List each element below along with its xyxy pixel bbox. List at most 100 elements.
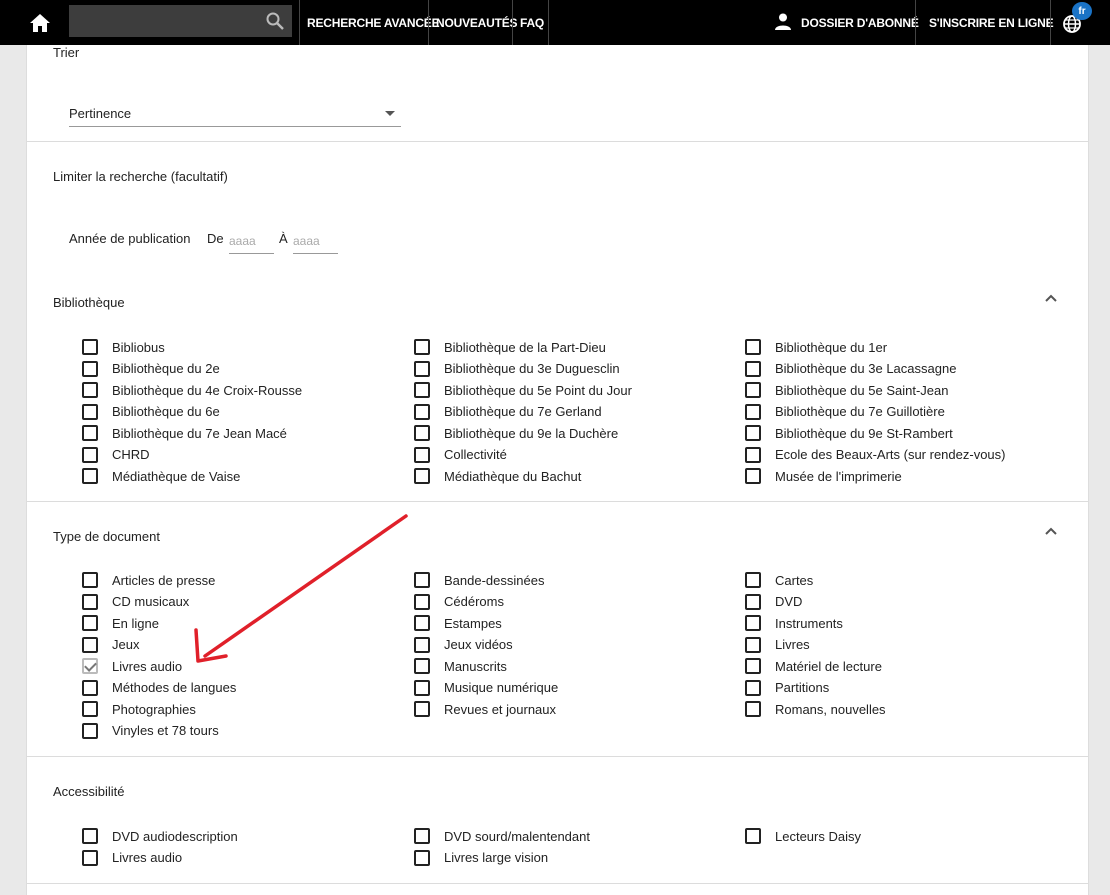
checkbox[interactable] xyxy=(745,701,761,717)
chevron-up-icon[interactable] xyxy=(1044,526,1058,536)
library-checkbox-item[interactable]: CHRD xyxy=(82,446,150,464)
language-badge[interactable]: fr xyxy=(1072,2,1092,20)
checkbox[interactable] xyxy=(745,382,761,398)
doctype-checkbox-item[interactable]: Méthodes de langues xyxy=(82,679,236,697)
checkbox[interactable] xyxy=(745,339,761,355)
checkbox[interactable] xyxy=(745,593,761,610)
access-checkbox-item[interactable]: DVD audiodescription xyxy=(82,827,238,845)
checkbox[interactable] xyxy=(414,636,430,653)
checkbox[interactable] xyxy=(745,615,761,631)
doctype-checkbox-item[interactable]: Romans, nouvelles xyxy=(745,700,886,718)
doctype-checkbox-item[interactable]: Manuscrits xyxy=(414,657,507,675)
checkbox[interactable] xyxy=(745,572,761,588)
checkbox[interactable] xyxy=(414,849,430,866)
doctype-checkbox-item[interactable]: Articles de presse xyxy=(82,571,215,589)
checkbox[interactable] xyxy=(745,828,761,844)
advanced-search-link[interactable]: RECHERCHE AVANCÉE xyxy=(307,0,440,45)
checkbox[interactable] xyxy=(745,425,761,441)
library-checkbox-item[interactable]: Bibliothèque de la Part-Dieu xyxy=(414,338,606,356)
library-checkbox-item[interactable]: Bibliothèque du 2e xyxy=(82,360,220,378)
doctype-checkbox-item[interactable]: Estampes xyxy=(414,614,502,632)
access-checkbox-item[interactable]: Lecteurs Daisy xyxy=(745,827,861,845)
checkbox[interactable] xyxy=(414,701,430,717)
checkbox[interactable] xyxy=(414,468,430,484)
library-checkbox-item[interactable]: Bibliothèque du 3e Duguesclin xyxy=(414,360,620,378)
checkbox[interactable] xyxy=(745,403,761,420)
checkbox[interactable] xyxy=(82,701,98,717)
year-to-input[interactable] xyxy=(293,228,338,254)
doctype-checkbox-item[interactable]: Bande-dessinées xyxy=(414,571,544,589)
checkbox[interactable] xyxy=(745,679,761,696)
access-checkbox-item[interactable]: Livres audio xyxy=(82,849,182,867)
checkbox[interactable] xyxy=(745,446,761,463)
checkbox[interactable] xyxy=(82,382,98,398)
doctype-checkbox-item[interactable]: Cartes xyxy=(745,571,813,589)
library-checkbox-item[interactable]: Bibliothèque du 7e Gerland xyxy=(414,403,602,421)
news-link[interactable]: NOUVEAUTÉS xyxy=(436,0,518,45)
checkbox[interactable] xyxy=(414,615,430,631)
checkbox[interactable] xyxy=(82,658,98,674)
checkbox[interactable] xyxy=(82,615,98,631)
library-checkbox-item[interactable]: Bibliothèque du 7e Jean Macé xyxy=(82,424,287,442)
year-from-input[interactable] xyxy=(229,228,274,254)
checkbox[interactable] xyxy=(414,382,430,398)
library-checkbox-item[interactable]: Médiathèque de Vaise xyxy=(82,467,240,485)
checkbox[interactable] xyxy=(414,572,430,588)
doctype-checkbox-item[interactable]: Musique numérique xyxy=(414,679,558,697)
checkbox[interactable] xyxy=(745,658,761,674)
checkbox[interactable] xyxy=(82,403,98,420)
library-checkbox-item[interactable]: Bibliothèque du 3e Lacassagne xyxy=(745,360,956,378)
doctype-checkbox-item[interactable]: Partitions xyxy=(745,679,829,697)
checkbox[interactable] xyxy=(414,425,430,441)
checkbox[interactable] xyxy=(414,679,430,696)
checkbox[interactable] xyxy=(414,339,430,355)
checkbox[interactable] xyxy=(745,636,761,653)
access-checkbox-item[interactable]: DVD sourd/malentendant xyxy=(414,827,590,845)
library-checkbox-item[interactable]: Bibliothèque du 5e Point du Jour xyxy=(414,381,632,399)
library-checkbox-item[interactable]: Bibliobus xyxy=(82,338,165,356)
library-checkbox-item[interactable]: Collectivité xyxy=(414,446,507,464)
checkbox[interactable] xyxy=(414,403,430,420)
chevron-up-icon[interactable] xyxy=(1044,293,1058,303)
library-checkbox-item[interactable]: Bibliothèque du 7e Guillotière xyxy=(745,403,945,421)
library-checkbox-item[interactable]: Médiathèque du Bachut xyxy=(414,467,581,485)
checkbox[interactable] xyxy=(82,339,98,355)
home-button[interactable] xyxy=(22,9,58,37)
doctype-checkbox-item[interactable]: En ligne xyxy=(82,614,159,632)
checkbox[interactable] xyxy=(82,425,98,441)
doctype-checkbox-item[interactable]: Livres audio xyxy=(82,657,182,675)
library-checkbox-item[interactable]: Bibliothèque du 9e la Duchère xyxy=(414,424,618,442)
library-checkbox-item[interactable]: Bibliothèque du 6e xyxy=(82,403,220,421)
checkbox[interactable] xyxy=(745,360,761,377)
doctype-checkbox-item[interactable]: Jeux xyxy=(82,636,139,654)
checkbox[interactable] xyxy=(82,572,98,588)
library-checkbox-item[interactable]: Musée de l'imprimerie xyxy=(745,467,902,485)
checkbox[interactable] xyxy=(82,360,98,377)
library-checkbox-item[interactable]: Bibliothèque du 5e Saint-Jean xyxy=(745,381,948,399)
library-checkbox-item[interactable]: Bibliothèque du 1er xyxy=(745,338,887,356)
search-icon[interactable] xyxy=(265,11,285,31)
library-checkbox-item[interactable]: Bibliothèque du 9e St-Rambert xyxy=(745,424,953,442)
checkbox[interactable] xyxy=(82,468,98,484)
checkbox[interactable] xyxy=(414,658,430,674)
search-input[interactable] xyxy=(69,5,292,37)
checkbox[interactable] xyxy=(414,593,430,610)
checkbox[interactable] xyxy=(745,468,761,484)
checkbox[interactable] xyxy=(82,849,98,866)
checkbox[interactable] xyxy=(82,679,98,696)
doctype-checkbox-item[interactable]: CD musicaux xyxy=(82,593,189,611)
doctype-checkbox-item[interactable]: Instruments xyxy=(745,614,843,632)
checkbox[interactable] xyxy=(82,828,98,844)
checkbox[interactable] xyxy=(414,360,430,377)
doctype-checkbox-item[interactable]: Photographies xyxy=(82,700,196,718)
checkbox[interactable] xyxy=(82,593,98,610)
library-checkbox-item[interactable]: Ecole des Beaux-Arts (sur rendez-vous) xyxy=(745,446,1005,464)
checkbox[interactable] xyxy=(82,446,98,463)
doctype-checkbox-item[interactable]: Livres xyxy=(745,636,810,654)
doctype-checkbox-item[interactable]: DVD xyxy=(745,593,802,611)
doctype-checkbox-item[interactable]: Jeux vidéos xyxy=(414,636,513,654)
library-checkbox-item[interactable]: Bibliothèque du 4e Croix-Rousse xyxy=(82,381,302,399)
sort-select[interactable]: Pertinence xyxy=(69,100,401,127)
doctype-checkbox-item[interactable]: Cédéroms xyxy=(414,593,504,611)
checkbox[interactable] xyxy=(414,446,430,463)
